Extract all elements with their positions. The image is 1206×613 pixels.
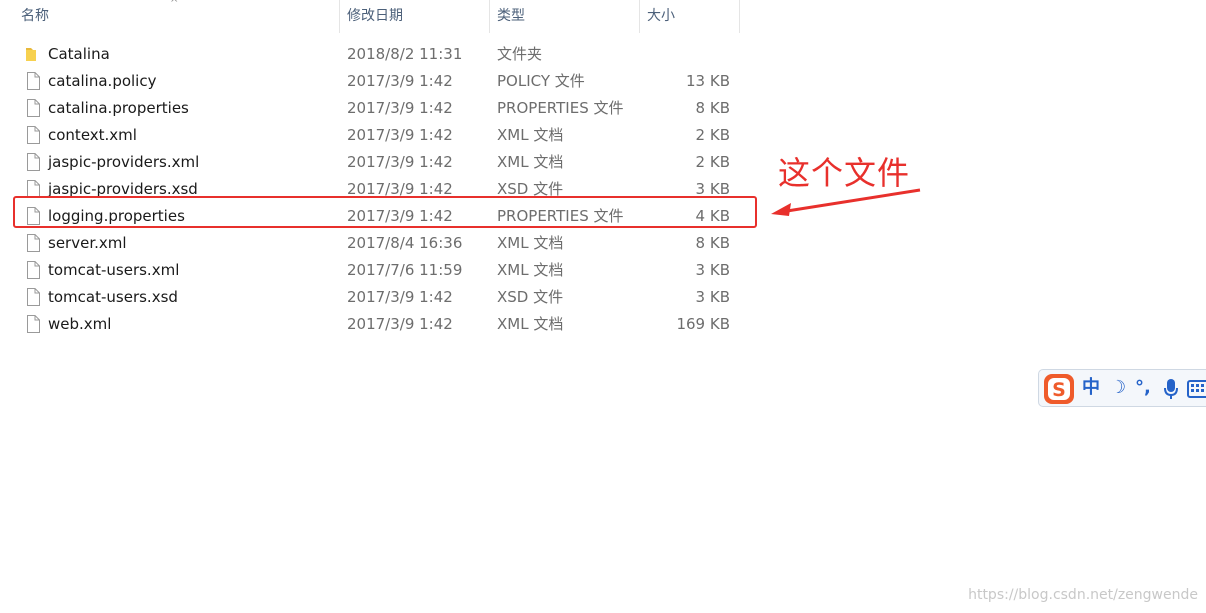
file-date: 2017/3/9 1:42 bbox=[347, 72, 453, 90]
column-header-type-label: 类型 bbox=[497, 8, 525, 24]
file-name: jaspic-providers.xml bbox=[48, 153, 200, 171]
file-date: 2017/3/9 1:42 bbox=[347, 126, 453, 144]
file-type: XML 文档 bbox=[497, 315, 564, 333]
file-row[interactable]: catalina.properties 2017/3/9 1:42 PROPER… bbox=[0, 95, 740, 122]
file-type: PROPERTIES 文件 bbox=[497, 99, 624, 117]
column-header-size-label: 大小 bbox=[647, 8, 675, 24]
file-type: 文件夹 bbox=[497, 45, 543, 63]
file-name: catalina.policy bbox=[48, 72, 157, 90]
column-header-name-label: 名称 bbox=[21, 8, 49, 24]
file-name: server.xml bbox=[48, 234, 127, 252]
file-name: tomcat-users.xml bbox=[48, 261, 180, 279]
file-type: XML 文档 bbox=[497, 234, 564, 252]
mic-icon[interactable] bbox=[1163, 378, 1179, 400]
file-date: 2017/3/9 1:42 bbox=[347, 153, 453, 171]
sort-ascending-icon: ^ bbox=[170, 0, 179, 9]
file-row[interactable]: server.xml 2017/8/4 16:36 XML 文档 8 KB bbox=[0, 230, 740, 257]
file-icon bbox=[27, 153, 40, 171]
file-size: 2 KB bbox=[695, 126, 730, 144]
file-date: 2017/3/9 1:42 bbox=[347, 288, 453, 306]
column-divider[interactable] bbox=[739, 0, 740, 33]
file-name: catalina.properties bbox=[48, 99, 189, 117]
file-date: 2017/3/9 1:42 bbox=[347, 315, 453, 333]
file-icon bbox=[27, 315, 40, 333]
column-header-bar: 名称 ^ 修改日期 类型 大小 bbox=[0, 0, 740, 33]
file-icon bbox=[27, 72, 40, 90]
column-header-date-label: 修改日期 bbox=[347, 8, 403, 24]
file-size: 13 KB bbox=[686, 72, 730, 90]
column-header-date[interactable]: 修改日期 bbox=[340, 0, 489, 33]
keyboard-icon[interactable] bbox=[1187, 380, 1206, 398]
watermark-text: https://blog.csdn.net/zengwende bbox=[968, 587, 1198, 603]
file-size: 8 KB bbox=[695, 234, 730, 252]
file-explorer-view: 名称 ^ 修改日期 类型 大小 Catalina 2018/8/2 11:31 … bbox=[0, 0, 1206, 613]
file-icon bbox=[27, 288, 40, 306]
file-row[interactable]: jaspic-providers.xml 2017/3/9 1:42 XML 文… bbox=[0, 149, 740, 176]
file-row[interactable]: context.xml 2017/3/9 1:42 XML 文档 2 KB bbox=[0, 122, 740, 149]
file-date: 2017/7/6 11:59 bbox=[347, 261, 463, 279]
file-type: XML 文档 bbox=[497, 153, 564, 171]
folder-icon bbox=[26, 48, 36, 61]
column-header-size[interactable]: 大小 bbox=[640, 0, 739, 33]
file-type: XML 文档 bbox=[497, 126, 564, 144]
ime-punctuation-icon[interactable]: °, bbox=[1135, 378, 1151, 398]
file-type: POLICY 文件 bbox=[497, 72, 585, 90]
file-size: 3 KB bbox=[695, 261, 730, 279]
file-date: 2017/8/4 16:36 bbox=[347, 234, 463, 252]
file-icon bbox=[27, 234, 40, 252]
file-row[interactable]: Catalina 2018/8/2 11:31 文件夹 bbox=[0, 41, 740, 68]
file-icon bbox=[27, 126, 40, 144]
file-type: XSD 文件 bbox=[497, 288, 564, 306]
file-size: 2 KB bbox=[695, 153, 730, 171]
file-size: 3 KB bbox=[695, 288, 730, 306]
file-type: XML 文档 bbox=[497, 261, 564, 279]
file-list: Catalina 2018/8/2 11:31 文件夹 catalina.pol… bbox=[0, 41, 740, 338]
file-row[interactable]: catalina.policy 2017/3/9 1:42 POLICY 文件 … bbox=[0, 68, 740, 95]
file-row[interactable]: tomcat-users.xml 2017/7/6 11:59 XML 文档 3… bbox=[0, 257, 740, 284]
file-name: context.xml bbox=[48, 126, 137, 144]
file-row[interactable]: tomcat-users.xsd 2017/3/9 1:42 XSD 文件 3 … bbox=[0, 284, 740, 311]
file-date: 2018/8/2 11:31 bbox=[347, 45, 463, 63]
sogou-logo-icon[interactable]: S bbox=[1043, 373, 1075, 405]
file-icon bbox=[27, 261, 40, 279]
ime-moon-icon[interactable]: ☽ bbox=[1110, 378, 1126, 398]
file-icon bbox=[27, 99, 40, 117]
column-header-type[interactable]: 类型 bbox=[490, 0, 639, 33]
ime-toolbar[interactable]: S 中 ☽ °, bbox=[1038, 369, 1206, 407]
file-name: tomcat-users.xsd bbox=[48, 288, 178, 306]
ime-mode-chinese[interactable]: 中 bbox=[1082, 378, 1100, 398]
sogou-logo-letter: S bbox=[1052, 379, 1066, 401]
file-row[interactable]: web.xml 2017/3/9 1:42 XML 文档 169 KB bbox=[0, 311, 740, 338]
file-size bbox=[640, 41, 730, 68]
file-size: 8 KB bbox=[695, 99, 730, 117]
annotation-highlight-box bbox=[13, 196, 757, 228]
file-date: 2017/3/9 1:42 bbox=[347, 99, 453, 117]
file-size: 169 KB bbox=[676, 315, 730, 333]
annotation-arrow-icon bbox=[771, 188, 921, 216]
file-name: Catalina bbox=[48, 45, 110, 63]
file-name: web.xml bbox=[48, 315, 112, 333]
